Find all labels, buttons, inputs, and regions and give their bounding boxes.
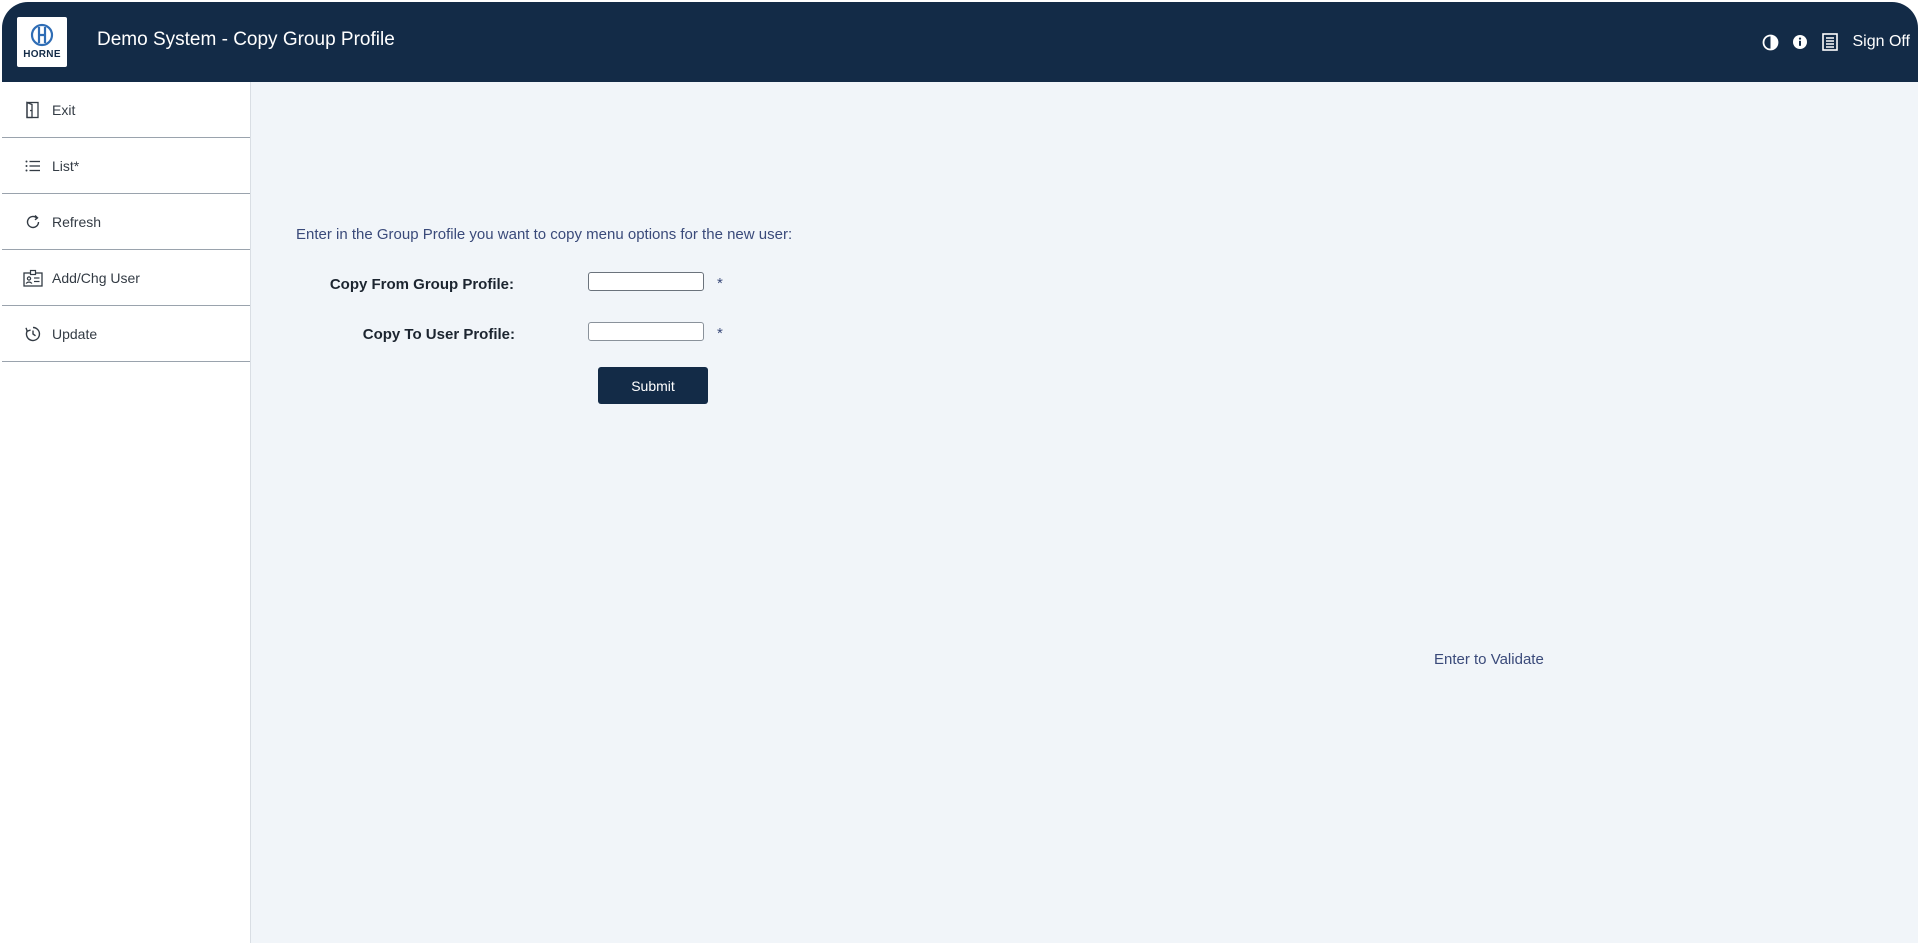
horne-logo-icon (30, 23, 54, 47)
sidebar-item-label: Exit (52, 101, 76, 118)
logo-text: HORNE (23, 49, 61, 60)
main-content: Enter in the Group Profile you want to c… (251, 82, 1918, 943)
list-icon (23, 156, 43, 176)
required-marker: * (717, 325, 723, 342)
sidebar-item-add-chg-user[interactable]: Add/Chg User (2, 250, 250, 306)
copy-to-label: Copy To User Profile: (362, 326, 515, 343)
copy-from-label: Copy From Group Profile: (329, 276, 514, 293)
contrast-icon[interactable] (1760, 32, 1780, 52)
validate-hint: Enter to Validate (1434, 651, 1544, 668)
sidebar-item-label: Refresh (52, 213, 102, 230)
required-marker: * (717, 275, 723, 292)
sidebar-item-label: Update (52, 325, 98, 342)
sign-off-link[interactable]: Sign Off (1852, 33, 1910, 51)
submit-button[interactable]: Submit (598, 367, 708, 404)
sidebar-item-update[interactable]: Update (2, 306, 250, 362)
refresh-icon (23, 212, 43, 232)
sidebar-item-label: Add/Chg User (52, 269, 140, 286)
sidebar-item-exit[interactable]: Exit (2, 82, 250, 138)
header-actions: Sign Off (1760, 30, 1910, 54)
company-logo[interactable]: HORNE (17, 17, 67, 67)
copy-from-group-profile-input[interactable] (588, 272, 704, 291)
door-exit-icon (23, 100, 43, 120)
copy-to-user-profile-input[interactable] (588, 322, 704, 341)
history-icon (23, 324, 43, 344)
header-bar: HORNE Demo System - Copy Group Profile S… (2, 2, 1918, 82)
info-icon[interactable] (1790, 32, 1810, 52)
user-card-icon (23, 268, 43, 288)
instruction-text: Enter in the Group Profile you want to c… (296, 226, 793, 243)
page-title: Demo System - Copy Group Profile (97, 29, 395, 50)
sidebar-item-label: List* (52, 157, 80, 174)
sidebar-item-refresh[interactable]: Refresh (2, 194, 250, 250)
sidebar-item-list[interactable]: List* (2, 138, 250, 194)
app-window: HORNE Demo System - Copy Group Profile S… (2, 2, 1918, 943)
list-document-icon[interactable] (1820, 32, 1840, 52)
sidebar: Exit List* Refresh Add/Chg User Update (2, 82, 251, 943)
